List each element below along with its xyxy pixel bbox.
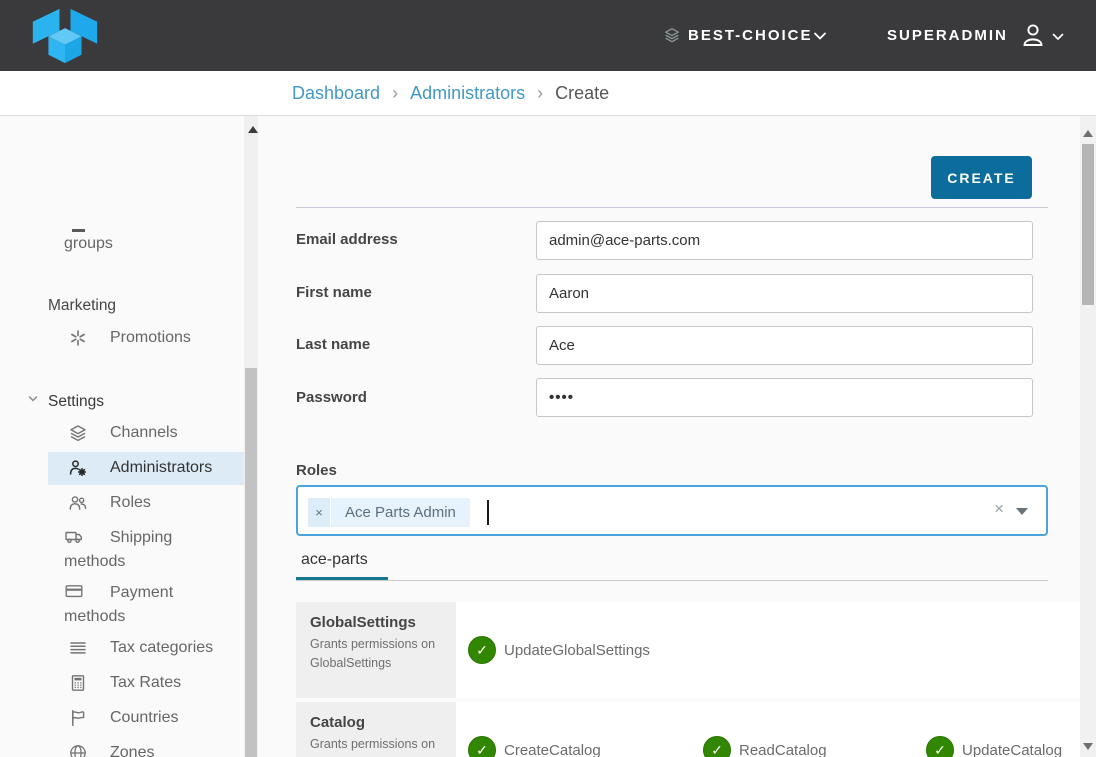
sidebar-item-channels[interactable]: Channels: [48, 416, 244, 450]
password-field[interactable]: [536, 378, 1033, 417]
caret-down-icon[interactable]: [1016, 508, 1028, 515]
role-chip-label: Ace Parts Admin: [331, 498, 470, 527]
sidebar-item-label: Roles: [110, 494, 151, 512]
sidebar-item-zones[interactable]: Zones: [48, 736, 244, 757]
create-button[interactable]: CREATE: [931, 156, 1032, 199]
sidebar-item-countries[interactable]: Countries: [48, 701, 244, 735]
permission-row-globalsettings: GlobalSettings Grants permissions on Glo…: [296, 602, 1080, 698]
first-name-field[interactable]: [536, 274, 1033, 313]
truck-icon: [64, 526, 84, 546]
sidebar-section-settings-toggle[interactable]: Settings: [26, 392, 104, 411]
email-field[interactable]: [536, 221, 1033, 260]
scroll-up-arrow[interactable]: [248, 126, 258, 133]
sidebar-item-administrators[interactable]: Administrators: [48, 451, 244, 485]
list-icon: [68, 638, 88, 658]
sidebar-item-label: Promotions: [110, 329, 191, 347]
check-icon[interactable]: ✓: [468, 636, 496, 664]
sidebar-section-label: Settings: [48, 393, 104, 411]
sidebar-item-roles[interactable]: Roles: [48, 486, 244, 520]
channel-switcher[interactable]: BEST-CHOICE: [688, 27, 813, 44]
vendure-logo[interactable]: [28, 7, 102, 69]
chevron-down-icon: [26, 392, 40, 411]
last-name-label: Last name: [296, 336, 370, 353]
permission-group-header: GlobalSettings Grants permissions on Glo…: [296, 602, 456, 698]
sidebar-item-payment-methods[interactable]: Payment methods: [48, 581, 226, 629]
tab-baseline: [296, 580, 1048, 581]
permission-cells: ✓ UpdateGlobalSettings: [456, 602, 1080, 698]
breadcrumb-administrators[interactable]: Administrators: [410, 83, 525, 104]
chip-remove-icon[interactable]: ×: [308, 498, 330, 527]
main-scrollbar-thumb[interactable]: [1082, 144, 1094, 305]
sidebar-item-label: Zones: [110, 744, 154, 757]
breadcrumb-separator: ›: [537, 83, 543, 104]
calculator-icon: [68, 673, 88, 693]
breadcrumb: Dashboard › Administrators › Create: [292, 71, 609, 116]
admin-create-page: BEST-CHOICE SUPERADMIN Dashboard › Admin…: [0, 0, 1096, 757]
first-name-label: First name: [296, 284, 372, 301]
permission-group-name: Catalog: [310, 714, 444, 731]
permission-row-catalog: Catalog Grants permissions on Products, …: [296, 702, 1080, 757]
globe-icon: [68, 743, 88, 757]
sidebar: groups Marketing Promotions Settings: [0, 116, 258, 757]
chevron-down-icon[interactable]: [812, 29, 828, 48]
breadcrumb-bar: Dashboard › Administrators › Create: [0, 71, 1096, 116]
permission-group-description: Grants permissions on GlobalSettings: [310, 635, 444, 673]
permission-toggle-updateglobalsettings[interactable]: ✓ UpdateGlobalSettings: [468, 636, 650, 664]
sidebar-item-label: Administrators: [110, 459, 212, 477]
last-name-field[interactable]: [536, 326, 1033, 365]
email-label: Email address: [296, 231, 398, 248]
asterisk-icon: [68, 328, 88, 348]
roles-label: Roles: [296, 462, 337, 479]
sidebar-scrollbar-thumb[interactable]: [245, 368, 257, 757]
password-label: Password: [296, 389, 367, 406]
users-icon: [68, 493, 88, 513]
breadcrumb-create: Create: [555, 83, 609, 104]
check-icon[interactable]: ✓: [926, 736, 954, 757]
sidebar-item-label: Tax Rates: [110, 674, 181, 692]
sidebar-item-label: Tax categories: [110, 639, 213, 657]
permission-cells: ✓ CreateCatalog ✓ ReadCatalog ✓ UpdateCa…: [456, 702, 1080, 757]
sidebar-item-promotions[interactable]: Promotions: [48, 321, 244, 355]
flag-icon: [68, 708, 88, 728]
sidebar-section-marketing: Marketing: [48, 297, 116, 315]
scroll-up-arrow[interactable]: [1083, 130, 1093, 137]
check-icon[interactable]: ✓: [468, 736, 496, 757]
breadcrumb-separator: ›: [392, 83, 398, 104]
clipped-icon: [72, 229, 85, 232]
chevron-down-icon[interactable]: [1051, 30, 1065, 48]
username-label: SUPERADMIN: [887, 27, 1008, 44]
credit-card-icon: [64, 581, 84, 601]
divider: [296, 207, 1048, 208]
sidebar-item-shipping-methods[interactable]: Shipping methods: [48, 526, 226, 574]
clear-icon[interactable]: ×: [994, 499, 1004, 519]
tab-ace-parts[interactable]: ace-parts: [301, 551, 368, 569]
role-chip: × Ace Parts Admin: [308, 498, 470, 527]
layers-icon: [663, 26, 681, 49]
permission-toggle-createcatalog[interactable]: ✓ CreateCatalog: [468, 736, 703, 757]
sidebar-item-label: Countries: [110, 709, 178, 727]
user-gear-icon: [68, 458, 88, 478]
permission-group-header: Catalog Grants permissions on Products, …: [296, 702, 456, 757]
permission-toggle-readcatalog[interactable]: ✓ ReadCatalog: [703, 736, 926, 757]
permission-group-name: GlobalSettings: [310, 614, 444, 631]
roles-select[interactable]: × Ace Parts Admin ×: [296, 485, 1048, 536]
sidebar-item-tax-rates[interactable]: Tax Rates: [48, 666, 244, 700]
user-icon[interactable]: [1018, 20, 1048, 55]
permission-group-description: Grants permissions on Products, Facets: [310, 735, 444, 757]
breadcrumb-dashboard[interactable]: Dashboard: [292, 83, 380, 104]
text-cursor: [487, 500, 489, 525]
layers-icon: [68, 423, 88, 443]
scroll-down-arrow[interactable]: [1083, 743, 1093, 750]
sidebar-item-tax-categories[interactable]: Tax categories: [48, 631, 244, 665]
permission-toggle-updatecatalog[interactable]: ✓ UpdateCatalog: [926, 736, 1062, 757]
sidebar-item-label: Channels: [110, 424, 178, 442]
check-icon[interactable]: ✓: [703, 736, 731, 757]
topbar: BEST-CHOICE SUPERADMIN: [0, 0, 1096, 71]
sidebar-item-customer-groups-clipped[interactable]: groups: [64, 235, 113, 253]
